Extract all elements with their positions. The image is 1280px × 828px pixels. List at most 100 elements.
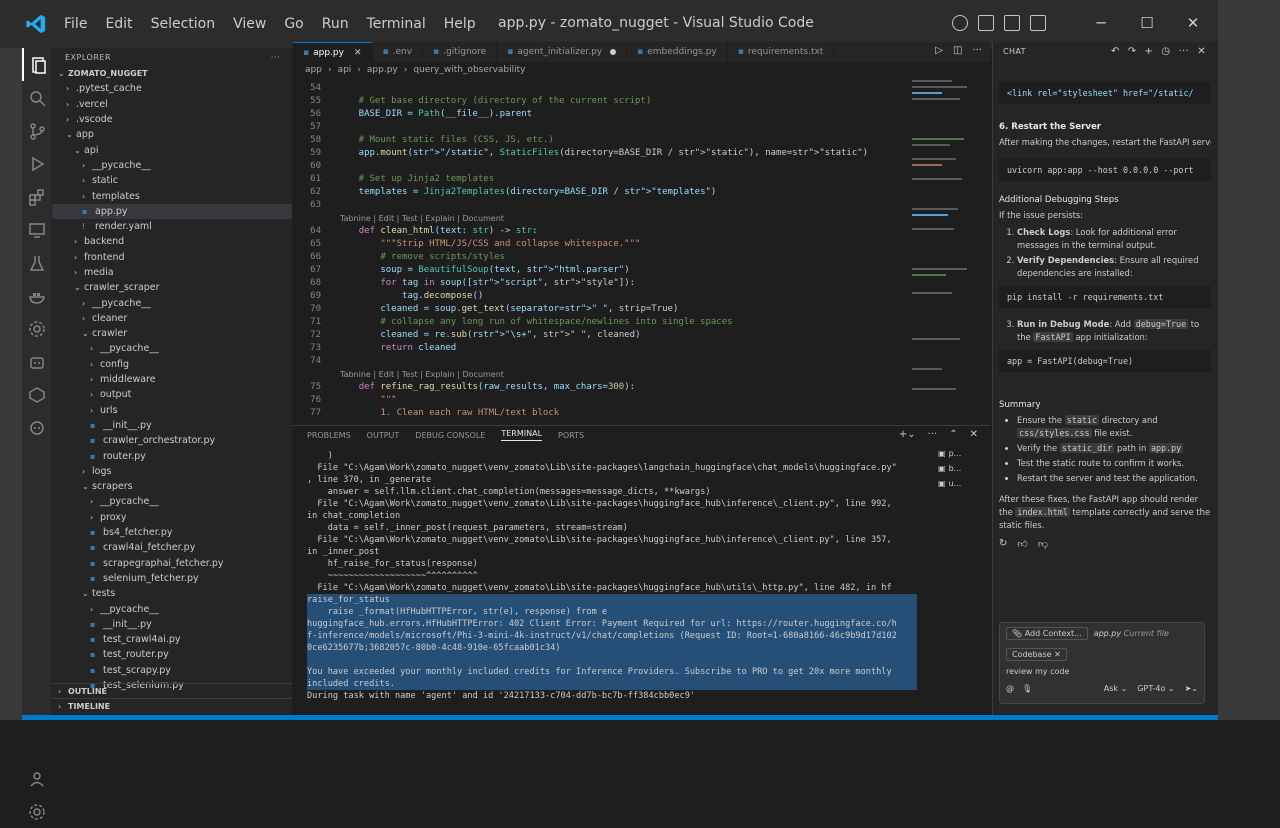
settings-icon[interactable] [22, 312, 52, 345]
new-terminal-icon[interactable]: +⌄ [899, 429, 916, 440]
breadcrumb-symbol[interactable]: query_with_observability [413, 65, 525, 75]
history-icon[interactable]: ◷ [1161, 46, 1170, 57]
terminal-instance[interactable]: ▣ p... [938, 446, 966, 461]
account-icon[interactable] [22, 762, 52, 795]
codelens[interactable]: Tabnine | Edit | Test | Explain | Docume… [293, 212, 990, 225]
send-icon[interactable]: ➤⌄ [1185, 684, 1198, 693]
tree-item[interactable]: ⌄ scrapers [52, 479, 292, 494]
search-icon[interactable] [22, 81, 52, 114]
tree-item[interactable]: ▪ __init__.py [52, 617, 292, 632]
tree-item[interactable]: › .vercel [52, 97, 292, 112]
maximize-panel-icon[interactable]: ⌃ [949, 429, 957, 440]
menu-terminal[interactable]: Terminal [367, 16, 426, 32]
toggle-sidebar-icon[interactable] [978, 15, 994, 31]
tree-item[interactable]: ▪ test_crawl4ai.py [52, 632, 292, 647]
close-chat-icon[interactable]: ✕ [1197, 46, 1206, 57]
tree-item[interactable]: › __pycache__ [52, 494, 292, 509]
tree-item[interactable]: › cleaner [52, 311, 292, 326]
thumbs-up-icon[interactable]: 👍︎ [1017, 538, 1027, 550]
menu-go[interactable]: Go [284, 16, 303, 32]
tree-item[interactable]: › static [52, 173, 292, 188]
close-window-button[interactable]: ✕ [1170, 14, 1216, 32]
tree-item[interactable]: › media [52, 265, 292, 280]
outline-section[interactable]: › OUTLINE [52, 683, 292, 698]
tree-item[interactable]: ▪ __init__.py [52, 418, 292, 433]
files-icon[interactable] [22, 48, 52, 81]
more-icon[interactable]: ··· [1178, 46, 1189, 57]
menu-file[interactable]: File [64, 16, 87, 32]
terminal-output[interactable]: ) File "C:\Agam\Work\zomato_nugget\venv_… [307, 450, 917, 702]
tree-item[interactable]: › .pytest_cache [52, 81, 292, 96]
tree-item[interactable]: › config [52, 357, 292, 372]
add-context-button[interactable]: 📎︎ Add Context... [1006, 627, 1088, 640]
tab-requirements-txt[interactable]: ▪ requirements.txt [728, 42, 835, 62]
tree-item[interactable]: › urls [52, 403, 292, 418]
timeline-section[interactable]: › TIMELINE [52, 698, 292, 713]
tree-item[interactable]: ▪ bs4_fetcher.py [52, 525, 292, 540]
tree-item[interactable]: ▪ crawler_orchestrator.py [52, 433, 292, 448]
run-debug-icon[interactable] [22, 147, 52, 180]
copilot-title-icon[interactable] [952, 15, 968, 31]
tree-item[interactable]: › __pycache__ [52, 341, 292, 356]
tab-app-py[interactable]: ▪ app.py ✕ [293, 42, 373, 62]
tree-item[interactable]: ⌄ app [52, 127, 292, 142]
close-panel-icon[interactable]: ✕ [970, 429, 978, 440]
panel-tab-output[interactable]: OUTPUT [367, 431, 400, 440]
tree-item[interactable]: ▪ scrapegraphai_fetcher.py [52, 556, 292, 571]
code-editor[interactable]: 54 55 # Get base directory (directory of … [293, 78, 990, 420]
tree-item[interactable]: › middleware [52, 372, 292, 387]
panel-tab-terminal[interactable]: TERMINAL [501, 429, 543, 441]
tree-item[interactable]: › __pycache__ [52, 601, 292, 616]
docker-icon[interactable] [22, 279, 52, 312]
redo-icon[interactable]: ↷ [1128, 46, 1137, 57]
tree-item[interactable]: › .vscode [52, 112, 292, 127]
tree-item[interactable]: ▪ app.py [52, 203, 292, 219]
breadcrumb-file[interactable]: app.py [367, 65, 398, 75]
tab-agent-initializer-py[interactable]: ▪ agent_initializer.py [497, 42, 628, 62]
tree-item[interactable]: ▪ test_scrapy.py [52, 663, 292, 678]
breadcrumb-app[interactable]: app [305, 65, 322, 75]
tree-item[interactable]: ▪ test_router.py [52, 647, 292, 662]
tree-item[interactable]: › templates [52, 188, 292, 203]
manage-icon[interactable] [22, 795, 52, 828]
run-icon[interactable]: ▷ [935, 45, 943, 56]
more-icon[interactable]: ··· [972, 45, 982, 56]
tree-item[interactable]: ⌄ crawler_scraper [52, 280, 292, 295]
retry-icon[interactable]: ↻ [999, 538, 1007, 550]
tree-item[interactable]: ⌄ tests [52, 586, 292, 601]
tree-item[interactable]: ▪ crawl4ai_fetcher.py [52, 540, 292, 555]
model-select[interactable]: GPT-4o ⌄ [1137, 684, 1174, 693]
remote-explorer-icon[interactable] [22, 213, 52, 246]
bot-icon[interactable] [22, 345, 52, 378]
panel-tab-problems[interactable]: PROBLEMS [307, 431, 351, 440]
more-icon[interactable]: ··· [928, 429, 938, 440]
panel-tab-debug-console[interactable]: DEBUG CONSOLE [415, 431, 485, 440]
menu-selection[interactable]: Selection [151, 16, 216, 32]
toggle-secondary-sidebar-icon[interactable] [1030, 15, 1046, 31]
menu-help[interactable]: Help [444, 16, 476, 32]
menu-view[interactable]: View [233, 16, 266, 32]
mention-icon[interactable]: @ [1006, 684, 1014, 693]
codelens[interactable]: Tabnine | Edit | Test | Explain | Docume… [293, 368, 990, 381]
thumbs-down-icon[interactable]: 👎︎ [1038, 538, 1048, 550]
copilot-icon[interactable] [22, 411, 52, 444]
github-icon[interactable] [22, 378, 52, 411]
tree-item[interactable]: › __pycache__ [52, 295, 292, 310]
extensions-icon[interactable] [22, 180, 52, 213]
maximize-button[interactable]: ☐ [1124, 14, 1170, 32]
tree-item[interactable]: › output [52, 387, 292, 402]
chat-input[interactable]: review my code [1000, 665, 1204, 680]
explorer-root[interactable]: ⌄ ZOMATO_NUGGET [52, 66, 292, 81]
minimize-button[interactable]: ─ [1078, 14, 1124, 32]
tree-item[interactable]: ! render.yaml [52, 219, 292, 234]
tab--env[interactable]: ▪ .env [373, 42, 424, 62]
source-control-icon[interactable] [22, 114, 52, 147]
tree-item[interactable]: › __pycache__ [52, 158, 292, 173]
mode-select[interactable]: Ask ⌄ [1104, 684, 1128, 693]
tree-item[interactable]: › backend [52, 234, 292, 249]
split-editor-icon[interactable]: ◫ [953, 45, 962, 56]
tree-item[interactable]: ▪ router.py [52, 448, 292, 463]
tree-item[interactable]: › logs [52, 464, 292, 479]
testing-icon[interactable] [22, 246, 52, 279]
menu-run[interactable]: Run [322, 16, 349, 32]
